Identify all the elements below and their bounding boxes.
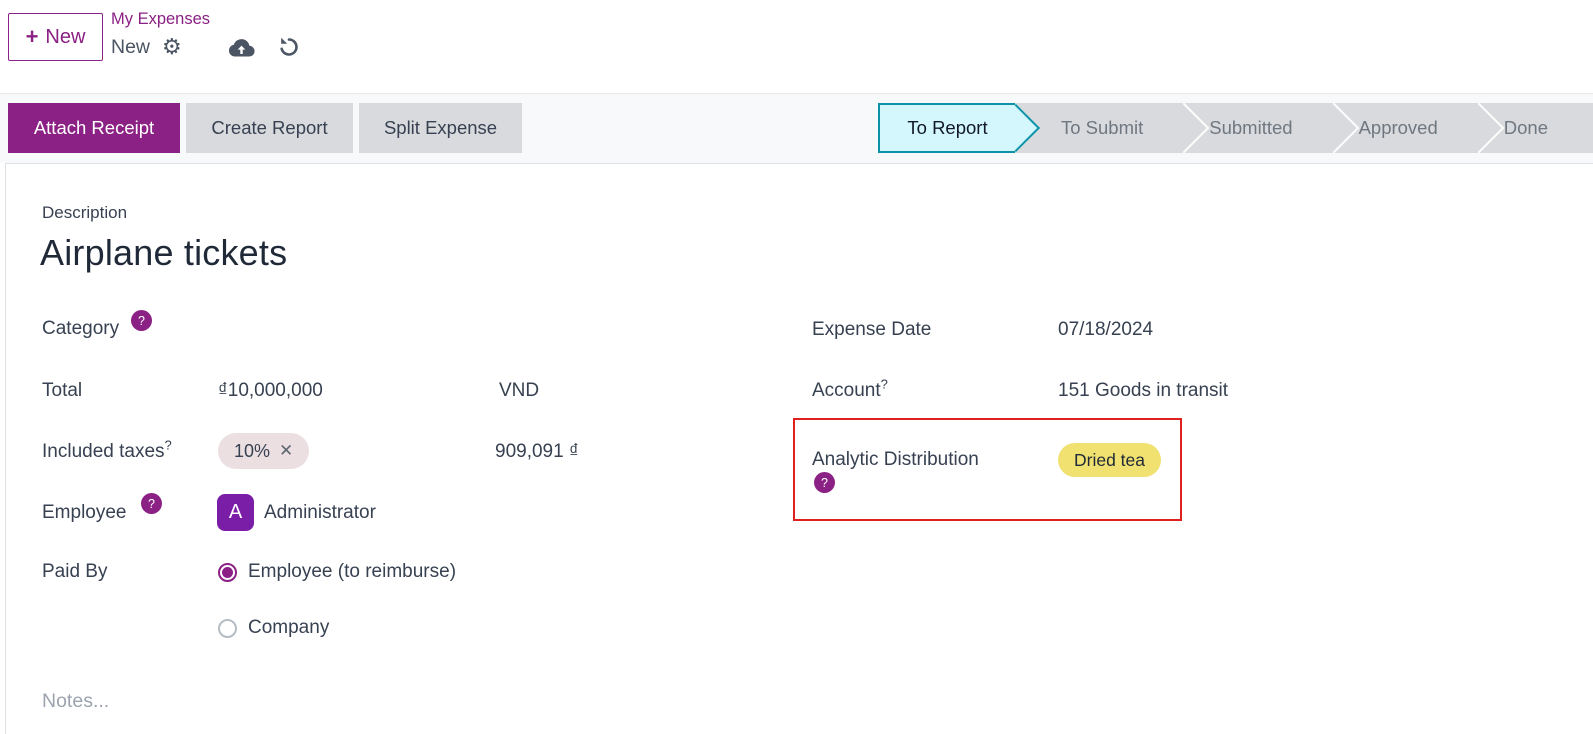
tax-tag[interactable]: 10% ✕ [218, 433, 310, 469]
expense-description-input[interactable]: Airplane tickets [40, 232, 287, 274]
included-taxes-label: Included taxes? [42, 438, 172, 463]
breadcrumb-current: New [111, 35, 151, 58]
paid-by-label: Paid By [42, 561, 108, 582]
create-report-button[interactable]: Create Report [186, 103, 353, 153]
stage-to-report[interactable]: To Report [878, 103, 1041, 153]
stage-label: Approved [1358, 117, 1438, 138]
account-label: Account? [812, 377, 888, 402]
stage-label: To Report [907, 117, 988, 138]
cloud-upload-icon[interactable] [228, 36, 255, 58]
total-amount-input[interactable]: ₫10,000,000 [218, 380, 323, 402]
description-label: Description [42, 203, 128, 222]
analytic-distribution-label: Analytic Distribution [812, 449, 979, 470]
included-taxes-label-text: Included taxes [42, 441, 165, 462]
included-taxes-help-icon[interactable]: ? [165, 438, 172, 453]
top-control-bar: + New My Expenses New ⚙ [0, 0, 1593, 93]
stage-label: Done [1503, 117, 1548, 138]
tax-tag-remove-icon[interactable]: ✕ [279, 441, 293, 461]
account-help-icon[interactable]: ? [881, 377, 888, 392]
category-label: Category [42, 318, 120, 339]
total-label: Total [42, 380, 83, 401]
employee-help-icon[interactable]: ? [141, 493, 162, 514]
expense-date-field[interactable]: 07/18/2024 [1058, 319, 1153, 341]
currency-field[interactable]: VND [499, 380, 539, 402]
undo-icon[interactable] [277, 35, 301, 59]
radio-company-label[interactable]: Company [248, 617, 329, 639]
tax-amount-value: 909,091 ₫ [495, 441, 579, 462]
employee-field[interactable]: Administrator [264, 502, 376, 524]
attach-receipt-button[interactable]: Attach Receipt [8, 103, 180, 153]
stage-label: To Submit [1061, 117, 1144, 138]
employee-avatar: A [217, 494, 254, 531]
notes-input[interactable]: Notes... [42, 690, 109, 713]
radio-employee-reimburse[interactable] [218, 563, 237, 582]
analytic-tag-dried-tea[interactable]: Dried tea [1058, 443, 1162, 477]
radio-company[interactable] [218, 619, 237, 638]
action-bar: Attach Receipt Create Report Split Expen… [0, 93, 1593, 163]
breadcrumb-my-expenses[interactable]: My Expenses [111, 10, 210, 29]
employee-label: Employee [42, 502, 127, 523]
category-help-icon[interactable]: ? [131, 310, 152, 331]
new-button-label: New [45, 25, 86, 48]
analytic-distribution-help-icon[interactable]: ? [814, 472, 835, 493]
expense-date-label: Expense Date [812, 319, 932, 340]
stage-submitted[interactable]: Submitted [1176, 103, 1325, 153]
breadcrumb: My Expenses New ⚙ [111, 10, 301, 62]
tax-tag-label: 10% [234, 440, 271, 461]
stage-done[interactable]: Done [1471, 103, 1581, 153]
new-button[interactable]: + New [8, 13, 103, 61]
statusbar: To Report To Submit Submitted Approved D… [878, 103, 1593, 153]
stage-label: Submitted [1209, 117, 1293, 138]
split-expense-button[interactable]: Split Expense [359, 103, 522, 153]
account-field[interactable]: 151 Goods in transit [1058, 380, 1228, 402]
expense-form-screen: + New My Expenses New ⚙ Attach Receipt C… [0, 0, 1593, 734]
plus-icon: + [25, 24, 39, 49]
radio-employee-reimburse-label[interactable]: Employee (to reimburse) [248, 561, 456, 583]
gear-icon[interactable]: ⚙ [162, 36, 182, 58]
stage-approved[interactable]: Approved [1326, 103, 1471, 153]
account-label-text: Account [812, 380, 881, 401]
